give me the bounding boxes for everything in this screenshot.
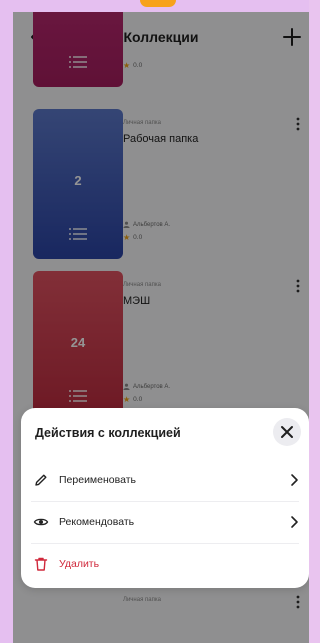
action-recommend[interactable]: Рекомендовать xyxy=(31,502,299,542)
pencil-icon xyxy=(35,474,47,486)
close-icon xyxy=(281,426,293,438)
action-label: Переименовать xyxy=(59,474,136,486)
app-screen: Коллекции ★ 0.0 2 Личная папка Рабочая п… xyxy=(13,12,309,643)
close-button[interactable] xyxy=(273,418,301,446)
action-delete[interactable]: Удалить xyxy=(31,544,299,584)
action-label: Удалить xyxy=(59,558,100,570)
chevron-right-icon xyxy=(291,474,298,486)
eye-icon xyxy=(33,518,49,526)
trash-icon xyxy=(34,557,48,571)
device-frame: Коллекции ★ 0.0 2 Личная папка Рабочая п… xyxy=(0,0,309,643)
actions-sheet: Действия с коллекцией Переименовать Реко… xyxy=(21,408,309,588)
action-label: Рекомендовать xyxy=(59,516,135,528)
sheet-title: Действия с коллекцией xyxy=(35,426,181,440)
action-rename[interactable]: Переименовать xyxy=(31,460,299,500)
chevron-right-icon xyxy=(291,516,298,528)
top-indicator xyxy=(140,0,176,7)
